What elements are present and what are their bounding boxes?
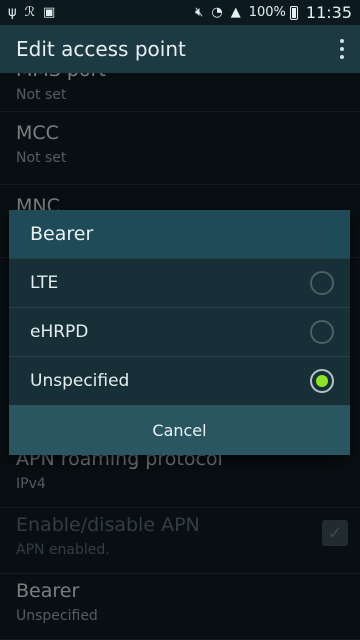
radio-button[interactable] [310, 320, 334, 344]
radio-button-selected[interactable] [310, 369, 334, 393]
mute-icon: 🔇︎ [195, 5, 204, 20]
status-right: 🔇︎ ◔ ▲ 100% 11:35 [195, 3, 352, 22]
option-ehrpd[interactable]: eHRPD [9, 307, 350, 356]
signal-icon: ▲ [230, 5, 241, 20]
status-left: ψ ℛ ▣ [8, 6, 55, 19]
app-bar: Edit access point [0, 25, 360, 73]
image-icon: ▣ [42, 5, 56, 20]
usb-icon: ψ [8, 5, 17, 20]
option-label: eHRPD [30, 322, 89, 342]
battery-icon [289, 5, 298, 20]
more-vert-icon[interactable] [340, 39, 344, 59]
option-unspecified[interactable]: Unspecified [9, 356, 350, 405]
clock: 11:35 [305, 3, 352, 22]
wifi-icon: ◔ [211, 5, 223, 20]
battery-percent: 100% [248, 5, 286, 20]
r-icon: ℛ [24, 5, 35, 20]
app-title: Edit access point [16, 37, 186, 61]
option-lte[interactable]: LTE [9, 258, 350, 307]
option-label: Unspecified [30, 371, 130, 391]
status-bar: ψ ℛ ▣ 🔇︎ ◔ ▲ 100% 11:35 [0, 0, 360, 25]
bearer-dialog: Bearer LTE eHRPD Unspecified Cancel [9, 210, 350, 455]
dialog-title: Bearer [9, 210, 350, 258]
option-label: LTE [30, 273, 59, 293]
radio-button[interactable] [310, 271, 334, 295]
battery-status: 100% [249, 5, 298, 20]
cancel-button[interactable]: Cancel [9, 405, 350, 455]
